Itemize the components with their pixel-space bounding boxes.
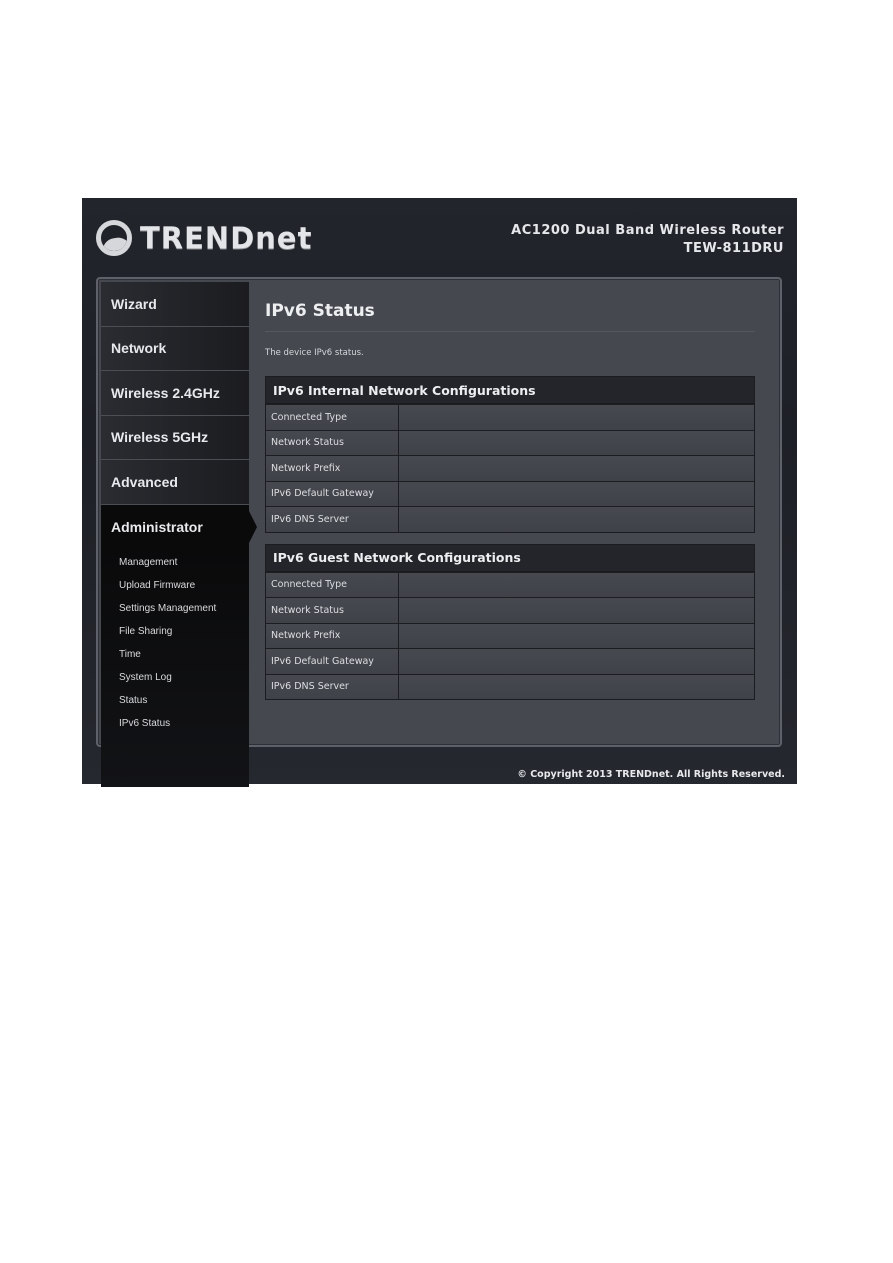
sidebar-item-wizard[interactable]: Wizard: [101, 282, 249, 327]
trendnet-logo-icon: [96, 220, 132, 256]
row-label: IPv6 Default Gateway: [266, 649, 399, 674]
submenu-item-time[interactable]: Time: [101, 643, 249, 666]
row-value: [399, 482, 754, 507]
row-value: [399, 624, 754, 649]
row-label: IPv6 DNS Server: [266, 674, 399, 699]
title-divider: [265, 331, 755, 332]
page-title: IPv6 Status: [265, 301, 375, 321]
sidebar-item-network[interactable]: Network: [101, 326, 249, 371]
router-admin-window: TRENDnet AC1200 Dual Band Wireless Route…: [82, 198, 797, 787]
table-row: Network Status: [266, 597, 754, 623]
row-value: [399, 675, 754, 700]
row-label: Network Prefix: [266, 623, 399, 648]
row-label: Connected Type: [266, 405, 399, 430]
sidebar-item-wireless-5ghz[interactable]: Wireless 5GHz: [101, 415, 249, 460]
logo-text: TRENDnet: [140, 220, 313, 256]
submenu-item-status[interactable]: Status: [101, 689, 249, 712]
table-row: Connected Type: [266, 404, 754, 430]
sidebar: Wizard Network Wireless 2.4GHz Wireless …: [101, 282, 257, 787]
internal-network-config-table: IPv6 Internal Network Configurations Con…: [265, 376, 755, 533]
copyright-footer: © Copyright 2013 TRENDnet. All Rights Re…: [517, 769, 785, 780]
main-panel: Wizard Network Wireless 2.4GHz Wireless …: [96, 277, 782, 787]
row-value: [399, 507, 754, 532]
submenu-item-management[interactable]: Management: [101, 551, 249, 574]
row-label: Network Status: [266, 430, 399, 455]
row-label: IPv6 DNS Server: [266, 507, 399, 532]
row-value: [399, 431, 754, 456]
row-value: [399, 456, 754, 481]
guest-network-config-table: IPv6 Guest Network Configurations Connec…: [265, 543, 755, 700]
row-value: [399, 405, 754, 430]
row-label: Connected Type: [266, 572, 399, 597]
table-row: IPv6 DNS Server: [266, 673, 754, 700]
table-row: Network Prefix: [266, 622, 754, 649]
model-number: TEW-811DRU: [683, 241, 784, 256]
row-label: Network Prefix: [266, 456, 399, 481]
administrator-submenu: Management Upload Firmware Settings Mana…: [101, 549, 249, 787]
submenu-item-upload-firmware[interactable]: Upload Firmware: [101, 574, 249, 597]
submenu-item-ipv6-status[interactable]: IPv6 Status: [101, 712, 249, 735]
row-value: [399, 573, 754, 598]
content-area: IPv6 Status The device IPv6 status. IPv6…: [265, 279, 755, 700]
page-description: The device IPv6 status.: [265, 348, 364, 358]
row-value: [399, 649, 754, 674]
table-row: IPv6 DNS Server: [266, 506, 754, 532]
sidebar-item-wireless-2-4ghz[interactable]: Wireless 2.4GHz: [101, 371, 249, 416]
table-title: IPv6 Internal Network Configurations: [266, 377, 754, 404]
product-line: AC1200 Dual Band Wireless Router: [511, 223, 784, 238]
table-row: IPv6 Default Gateway: [266, 648, 754, 674]
trendnet-logo: TRENDnet: [96, 220, 312, 256]
table-row: Network Prefix: [266, 455, 754, 481]
table-row: IPv6 Default Gateway: [266, 480, 754, 507]
header: TRENDnet AC1200 Dual Band Wireless Route…: [82, 198, 797, 278]
submenu-item-file-sharing[interactable]: File Sharing: [101, 620, 249, 643]
sidebar-item-advanced[interactable]: Advanced: [101, 460, 249, 505]
row-label: Network Status: [266, 598, 399, 623]
table-row: Network Status: [266, 429, 754, 456]
submenu-item-settings-management[interactable]: Settings Management: [101, 597, 249, 620]
submenu-item-system-log[interactable]: System Log: [101, 666, 249, 689]
product-info: AC1200 Dual Band Wireless Router TEW-811…: [511, 222, 784, 258]
table-title: IPv6 Guest Network Configurations: [266, 544, 754, 572]
table-row: Connected Type: [266, 571, 754, 598]
row-value: [399, 598, 754, 623]
row-label: IPv6 Default Gateway: [266, 481, 399, 506]
sidebar-item-administrator[interactable]: Administrator: [101, 504, 257, 549]
